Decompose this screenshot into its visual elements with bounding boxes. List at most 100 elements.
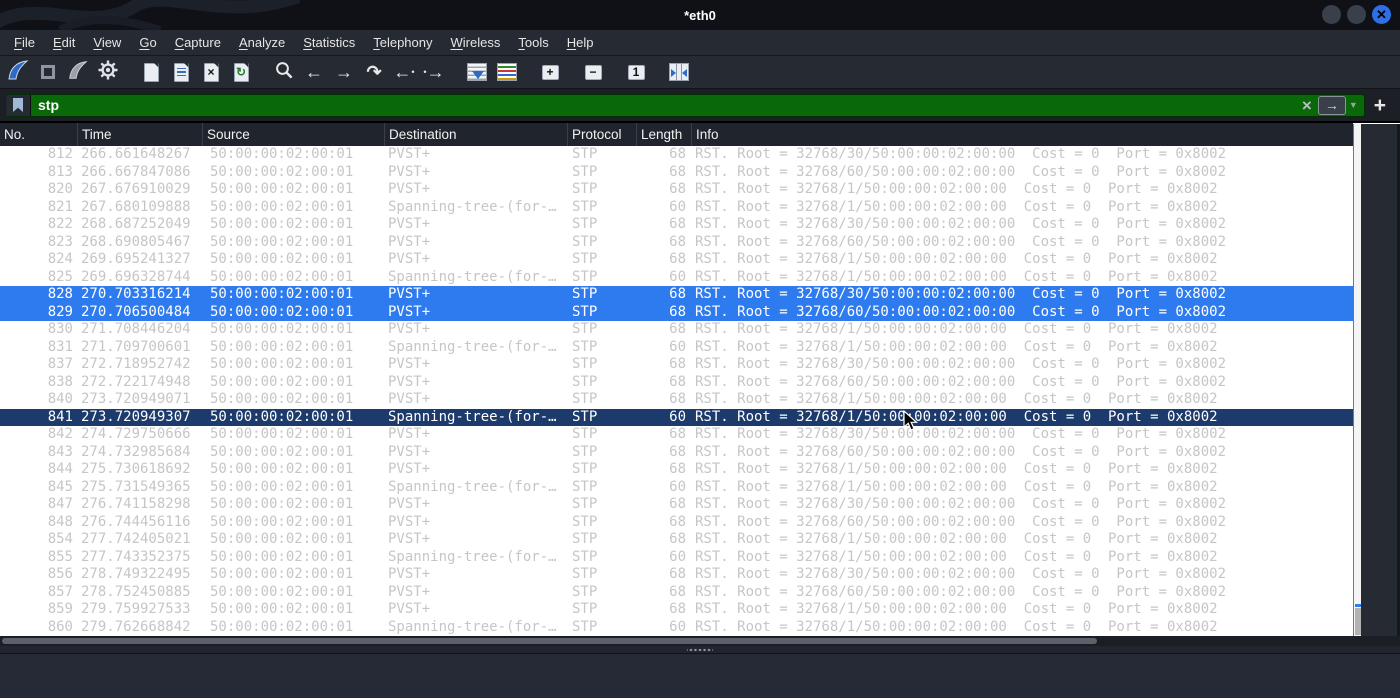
- packet-row-813[interactable]: 813 266.667847086 50:00:00:02:00:01 PVST+ ST…: [0, 163, 1353, 181]
- column-header-time[interactable]: Time: [78, 123, 203, 146]
- filter-add-button[interactable]: +: [1365, 95, 1395, 116]
- packet-row-828[interactable]: 828 270.703316214 50:00:00:02:00:01 PVST+ ST…: [0, 286, 1353, 304]
- previous-packet-button[interactable]: ← •: [389, 59, 419, 86]
- packet-row-842[interactable]: 842 274.729750666 50:00:00:02:00:01 PVST+ ST…: [0, 426, 1353, 444]
- cell-protocol: STP: [572, 251, 598, 267]
- vertical-scrollbar[interactable]: [1353, 124, 1361, 636]
- cell-source: 50:00:00:02:00:01: [210, 618, 354, 635]
- horizontal-scrollbar-thumb[interactable]: [2, 638, 1097, 644]
- auto-scroll-button[interactable]: [462, 59, 492, 86]
- minimize-button[interactable]: [1322, 5, 1341, 24]
- packet-row-825[interactable]: 825 269.696328744 50:00:00:02:00:01 Spannin…: [0, 268, 1353, 286]
- packet-row-838[interactable]: 838 272.722174948 50:00:00:02:00:01 PVST+ ST…: [0, 373, 1353, 391]
- packet-row-848[interactable]: 848 276.744456116 50:00:00:02:00:01 PVST+ ST…: [0, 513, 1353, 531]
- menu-statistics[interactable]: Statistics: [294, 35, 364, 50]
- resize-columns-button[interactable]: [664, 59, 694, 86]
- cell-no: 837: [47, 356, 73, 372]
- packet-row-822[interactable]: 822 268.687252049 50:00:00:02:00:01 PVST+ ST…: [0, 216, 1353, 234]
- cell-source: 50:00:00:02:00:01: [210, 426, 354, 442]
- cell-destination: PVST+: [388, 216, 431, 232]
- cell-no: 822: [47, 216, 73, 232]
- column-header-source[interactable]: Source: [203, 123, 385, 146]
- packet-row-847[interactable]: 847 276.741158298 50:00:00:02:00:01 PVST+ ST…: [0, 496, 1353, 514]
- packet-row-841[interactable]: 841 273.720949307 50:00:00:02:00:01 Spannin…: [0, 408, 1353, 426]
- stop-capture-button[interactable]: [33, 59, 63, 86]
- cell-source: 50:00:00:02:00:01: [210, 583, 354, 600]
- packet-row-860[interactable]: 860 279.762668842 50:00:00:02:00:01 Spannin…: [0, 618, 1353, 636]
- reload-file-button[interactable]: ↻: [226, 59, 256, 86]
- go-forward-button[interactable]: →: [329, 59, 359, 86]
- zoom-in-button[interactable]: +: [535, 59, 565, 86]
- pane-splitter[interactable]: [0, 646, 1400, 654]
- packet-row-856[interactable]: 856 278.749322495 50:00:00:02:00:01 PVST+ ST…: [0, 566, 1353, 584]
- column-header-protocol[interactable]: Protocol: [568, 123, 637, 146]
- packet-row-829[interactable]: 829 270.706500484 50:00:00:02:00:01 PVST+ ST…: [0, 303, 1353, 321]
- packet-row-844[interactable]: 844 275.730618692 50:00:00:02:00:01 PVST+ ST…: [0, 461, 1353, 479]
- packet-row-855[interactable]: 855 277.743352375 50:00:00:02:00:01 Spannin…: [0, 548, 1353, 566]
- filter-bookmark-button[interactable]: [6, 94, 31, 116]
- start-capture-button[interactable]: [3, 59, 33, 86]
- cell-no: 845: [47, 478, 73, 495]
- close-button[interactable]: ✕: [1372, 5, 1391, 24]
- go-to-packet-button[interactable]: ↷: [359, 59, 389, 86]
- open-file-button[interactable]: [136, 59, 166, 86]
- cell-destination: Spanning-tree-(for-…: [388, 618, 557, 635]
- resize-columns-icon: [669, 63, 689, 81]
- cell-length: 60: [669, 198, 686, 215]
- column-header-info[interactable]: Info: [692, 123, 1353, 146]
- cell-no: 841: [47, 408, 73, 425]
- filter-dropdown-caret[interactable]: ▼: [1349, 100, 1364, 110]
- find-packet-button[interactable]: [269, 59, 299, 86]
- menu-analyze[interactable]: Analyze: [230, 35, 294, 50]
- zoom-normal-button[interactable]: 1: [621, 59, 651, 86]
- menu-capture[interactable]: Capture: [166, 35, 230, 50]
- packet-row-823[interactable]: 823 268.690805467 50:00:00:02:00:01 PVST+ ST…: [0, 233, 1353, 251]
- menu-edit[interactable]: Edit: [44, 35, 84, 50]
- next-packet-button[interactable]: • →: [419, 59, 449, 86]
- packet-row-843[interactable]: 843 274.732985684 50:00:00:02:00:01 PVST+ ST…: [0, 443, 1353, 461]
- restart-capture-button[interactable]: [63, 59, 93, 86]
- menu-go[interactable]: Go: [130, 35, 165, 50]
- cell-protocol: STP: [572, 233, 598, 250]
- display-filter-input[interactable]: [31, 97, 1296, 113]
- packet-row-859[interactable]: 859 279.759927533 50:00:00:02:00:01 PVST+ ST…: [0, 601, 1353, 619]
- zoom-out-button[interactable]: −: [578, 59, 608, 86]
- packet-row-830[interactable]: 830 271.708446204 50:00:00:02:00:01 PVST+ ST…: [0, 321, 1353, 339]
- cell-length: 68: [669, 321, 686, 337]
- packet-row-824[interactable]: 824 269.695241327 50:00:00:02:00:01 PVST+ ST…: [0, 251, 1353, 269]
- menu-help[interactable]: Help: [558, 35, 603, 50]
- packet-row-837[interactable]: 837 272.718952742 50:00:00:02:00:01 PVST+ ST…: [0, 356, 1353, 374]
- cell-no: 855: [47, 548, 73, 565]
- menu-view[interactable]: View: [84, 35, 130, 50]
- horizontal-scrollbar[interactable]: [0, 636, 1400, 646]
- go-back-button[interactable]: ←: [299, 59, 329, 86]
- menu-tools[interactable]: Tools: [509, 35, 557, 50]
- packet-row-820[interactable]: 820 267.676910029 50:00:00:02:00:01 PVST+ ST…: [0, 181, 1353, 199]
- column-header-destination[interactable]: Destination: [385, 123, 568, 146]
- cell-source: 50:00:00:02:00:01: [210, 146, 354, 162]
- packet-row-857[interactable]: 857 278.752450885 50:00:00:02:00:01 PVST+ ST…: [0, 583, 1353, 601]
- filter-clear-button[interactable]: ×: [1296, 97, 1318, 114]
- packet-row-812[interactable]: 812 266.661648267 50:00:00:02:00:01 PVST+ ST…: [0, 146, 1353, 164]
- close-file-button[interactable]: ×: [196, 59, 226, 86]
- column-header-no[interactable]: No.: [0, 123, 78, 146]
- menu-file[interactable]: File: [5, 35, 44, 50]
- display-filter-field[interactable]: × → ▼: [5, 93, 1365, 117]
- packet-row-821[interactable]: 821 267.680109888 50:00:00:02:00:01 Spannin…: [0, 198, 1353, 216]
- packet-row-845[interactable]: 845 275.731549365 50:00:00:02:00:01 Spannin…: [0, 478, 1353, 496]
- column-header-length[interactable]: Length: [637, 123, 692, 146]
- packet-row-840[interactable]: 840 273.720949071 50:00:00:02:00:01 PVST+ ST…: [0, 391, 1353, 409]
- cell-info: RST. Root = 32768/1/50:00:00:02:00:00 Co…: [695, 408, 1218, 425]
- menu-wireless[interactable]: Wireless: [442, 35, 510, 50]
- save-file-button[interactable]: [166, 59, 196, 86]
- filter-toolbar: × → ▼ +: [0, 89, 1400, 122]
- cell-no: 843: [47, 443, 73, 460]
- maximize-button[interactable]: [1347, 5, 1366, 24]
- magnifier-icon: [274, 60, 294, 85]
- packet-row-854[interactable]: 854 277.742405021 50:00:00:02:00:01 PVST+ ST…: [0, 531, 1353, 549]
- menu-telephony[interactable]: Telephony: [364, 35, 441, 50]
- capture-options-button[interactable]: [93, 59, 123, 86]
- coloring-rules-button[interactable]: [492, 59, 522, 86]
- packet-row-831[interactable]: 831 271.709700601 50:00:00:02:00:01 Spannin…: [0, 338, 1353, 356]
- filter-apply-button[interactable]: →: [1317, 95, 1346, 115]
